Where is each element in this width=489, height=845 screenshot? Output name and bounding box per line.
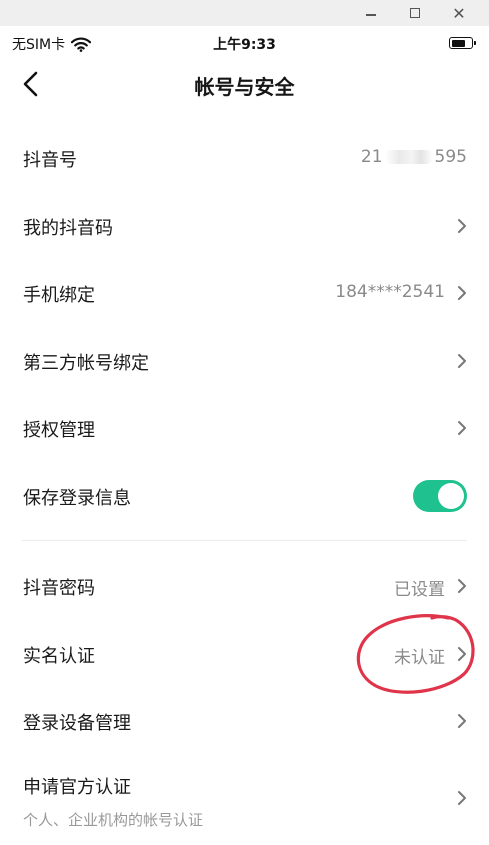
password-label: 抖音密码 [23, 578, 95, 599]
save-login-toggle[interactable] [413, 479, 467, 512]
row-real-name-verification[interactable]: 实名认证 未认证 [0, 620, 489, 688]
row-password[interactable]: 抖音密码 已设置 [0, 552, 489, 620]
douyin-id-suffix: 595 [434, 147, 467, 167]
chevron-right-icon [458, 353, 466, 368]
douyin-id-value: 21 595 [361, 147, 467, 167]
redacted-mark [384, 150, 433, 164]
row-my-qr-code[interactable]: 我的抖音码 [0, 192, 489, 260]
official-label: 申请官方认证 [23, 776, 131, 798]
chevron-right-icon [458, 218, 466, 233]
chevron-right-icon [458, 790, 466, 805]
chevron-right-icon [458, 579, 466, 593]
third-party-label: 第三方帐号绑定 [23, 352, 149, 374]
close-icon[interactable]: ✕ [437, 0, 481, 26]
phone-label: 手机绑定 [23, 285, 95, 306]
row-device-management[interactable]: 登录设备管理 [0, 687, 489, 755]
window-titlebar: ✕ [0, 0, 489, 26]
section-divider [22, 540, 467, 541]
realname-value: 未认证 [394, 647, 445, 668]
page-title: 帐号与安全 [194, 75, 295, 99]
row-official-verification[interactable]: 申请官方认证 个人、企业机构的帐号认证 [0, 755, 489, 845]
settings-list: 抖音号 21 595 我的抖音码 手机绑定 184****2541 第三方帐号绑定… [0, 124, 489, 845]
minimize-icon[interactable] [349, 0, 393, 26]
chevron-right-icon [458, 646, 466, 661]
password-value: 已设置 [394, 580, 445, 600]
chevron-right-icon [458, 714, 466, 728]
chevron-right-icon [458, 421, 466, 435]
row-phone-binding[interactable]: 手机绑定 184****2541 [0, 259, 489, 327]
row-third-party-binding[interactable]: 第三方帐号绑定 [0, 327, 489, 395]
row-douyin-id[interactable]: 抖音号 21 595 [0, 124, 489, 192]
maximize-icon[interactable] [393, 0, 437, 26]
devices-label: 登录设备管理 [23, 713, 131, 734]
auth-label: 授权管理 [23, 420, 95, 441]
douyin-id-prefix: 21 [360, 147, 383, 167]
chevron-right-icon [458, 286, 466, 300]
row-authorization[interactable]: 授权管理 [0, 394, 489, 462]
battery-icon [449, 37, 476, 49]
official-sublabel: 个人、企业机构的帐号认证 [23, 810, 204, 829]
my-qr-label: 我的抖音码 [23, 217, 113, 239]
phone-value: 184****2541 [335, 282, 445, 302]
status-time: 上午9:33 [213, 37, 276, 53]
app-window: ✕ 无SIM卡 上午9:33 帐号与安全 抖音号 21 595 我的抖音码 手机… [0, 0, 489, 845]
status-bar: 无SIM卡 上午9:33 [0, 26, 489, 60]
save-login-label: 保存登录信息 [23, 487, 131, 509]
realname-label: 实名认证 [23, 645, 95, 667]
row-save-login-info: 保存登录信息 [0, 462, 489, 530]
douyin-id-label: 抖音号 [23, 150, 77, 171]
nav-header: 帐号与安全 [0, 60, 489, 108]
